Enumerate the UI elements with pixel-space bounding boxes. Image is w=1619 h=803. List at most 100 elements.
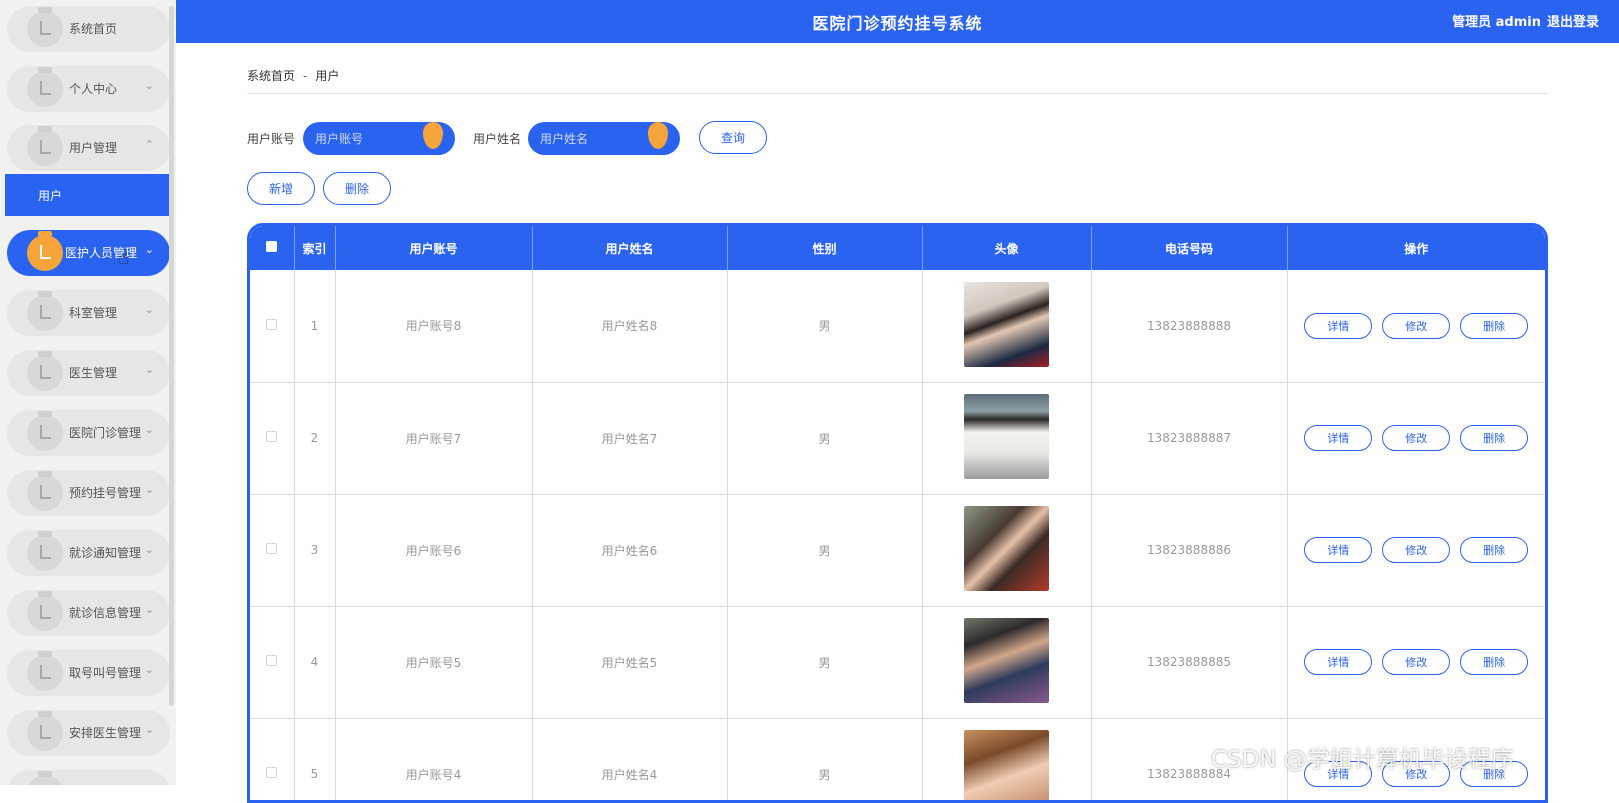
delete-button[interactable]: 删除: [1460, 537, 1529, 563]
sidebar-scrollbar[interactable]: [169, 6, 174, 706]
chevron-down-icon: ⌄: [144, 423, 154, 436]
menu-icon: [27, 291, 63, 331]
detail-button[interactable]: 详情: [1304, 312, 1373, 339]
breadcrumb: 系统首页 - 用户: [247, 67, 339, 84]
cell-name: 用户姓名5: [532, 606, 728, 719]
sidebar-item-profile[interactable]: 个人中心 ⌄: [7, 66, 170, 112]
sidebar-item-label: 医生管理: [69, 366, 118, 380]
cell-account: 用户账号8: [335, 270, 533, 383]
sidebar-item-visit-info[interactable]: 就诊信息管理 ⌄: [7, 590, 170, 636]
chevron-down-icon: ⌄: [144, 243, 154, 256]
chevron-down-icon: ⌄: [144, 663, 154, 676]
column-header: 操作: [1404, 241, 1429, 256]
sidebar-item-label: 医护人员管理: [65, 246, 138, 260]
delete-button[interactable]: 删除: [1460, 649, 1529, 675]
logout-link[interactable]: 退出登录: [1547, 11, 1599, 30]
sidebar-item-doctors[interactable]: 医生管理 ⌄: [7, 350, 170, 396]
sidebar-item-label: 就诊通知管理: [69, 546, 142, 560]
detail-button[interactable]: 详情: [1304, 649, 1373, 675]
edit-button[interactable]: 修改: [1382, 312, 1451, 339]
sidebar-item-queue[interactable]: 取号叫号管理 ⌄: [7, 650, 170, 696]
hand-cursor-icon: ☝: [118, 248, 129, 269]
cell-phone: 13823888887: [1091, 382, 1288, 495]
cell-index: 1: [294, 270, 336, 383]
breadcrumb-home[interactable]: 系统首页: [247, 69, 295, 83]
cell-gender: 男: [727, 494, 923, 607]
menu-icon: [27, 231, 63, 271]
cell-gender: 男: [727, 382, 923, 495]
table-header-row: 索引 用户账号 用户姓名 性别 头像 电话号码 操作: [250, 226, 1545, 270]
column-header: 用户账号: [335, 226, 533, 270]
sidebar-item-home[interactable]: 系统首页: [7, 6, 170, 52]
select-all-checkbox[interactable]: [266, 241, 278, 252]
menu-icon: [27, 126, 63, 166]
cell-gender: 男: [727, 606, 923, 719]
sidebar-item-label: 预约挂号管理: [69, 486, 142, 500]
menu-icon: [27, 711, 63, 751]
cell-account: 用户账号7: [335, 382, 533, 495]
add-button[interactable]: 新增: [247, 172, 315, 205]
query-button[interactable]: 查询: [699, 121, 767, 154]
sidebar-item-label: 取号叫号管理: [69, 666, 142, 680]
table-row: 3 用户账号6 用户姓名6 男 13823888886 详情 修改 删除: [250, 494, 1545, 607]
cell-phone: 13823888886: [1091, 494, 1288, 607]
select-all-header[interactable]: [250, 226, 295, 270]
delete-button[interactable]: 删除: [1460, 425, 1529, 451]
sidebar-item-outpatient[interactable]: 医院门诊管理 ⌄: [7, 410, 170, 456]
row-checkbox[interactable]: [266, 431, 278, 442]
column-header: 用户姓名: [532, 226, 728, 270]
sidebar-item-notifications[interactable]: 就诊通知管理 ⌄: [7, 530, 170, 576]
cell-index: 4: [294, 606, 336, 719]
avatar: [964, 281, 1049, 367]
row-checkbox[interactable]: [266, 543, 278, 554]
cell-name: 用户姓名8: [532, 270, 728, 383]
chevron-down-icon: ⌄: [144, 543, 154, 556]
batch-delete-button[interactable]: 删除: [323, 172, 391, 205]
breadcrumb-current: 用户: [315, 69, 340, 83]
row-checkbox[interactable]: [266, 655, 278, 666]
cell-gender: 男: [727, 270, 923, 383]
sidebar-item-schedule[interactable]: 安排医生管理 ⌄: [7, 710, 170, 756]
detail-button[interactable]: 详情: [1304, 537, 1373, 563]
sidebar-item-label: 科室管理: [69, 306, 118, 320]
sidebar-item-label: 就诊信息管理: [69, 606, 142, 620]
cell-account: 用户账号6: [335, 494, 533, 607]
chevron-down-icon: ⌄: [144, 303, 154, 316]
top-bar: 医院门诊预约挂号系统 管理员 admin 退出登录: [176, 0, 1619, 43]
avatar: [964, 618, 1049, 703]
sidebar-subitem-user[interactable]: 用户: [5, 174, 172, 216]
edit-button[interactable]: 修改: [1382, 649, 1451, 675]
divider: [247, 93, 1548, 94]
menu-icon: [27, 67, 63, 107]
edit-button[interactable]: 修改: [1382, 425, 1451, 451]
breadcrumb-separator: -: [303, 69, 308, 83]
cell-phone: 13823888885: [1091, 606, 1288, 719]
sidebar-item-more[interactable]: [7, 770, 170, 785]
sidebar-item-users[interactable]: 用户管理 ⌃: [7, 125, 170, 171]
sidebar-item-departments[interactable]: 科室管理 ⌄: [7, 290, 170, 336]
user-table: 索引 用户账号 用户姓名 性别 头像 电话号码 操作 1 用户账号8 用户姓名8…: [247, 223, 1548, 803]
menu-icon: [27, 591, 63, 631]
edit-button[interactable]: 修改: [1382, 537, 1451, 563]
table-row: 4 用户账号5 用户姓名5 男 13823888885 详情 修改 删除: [250, 606, 1545, 719]
cell-index: 5: [294, 718, 336, 800]
menu-icon: [27, 771, 63, 785]
cell-index: 2: [294, 382, 336, 495]
cell-name: 用户姓名4: [532, 718, 728, 800]
chevron-down-icon: ⌄: [144, 603, 154, 616]
chevron-down-icon: ⌄: [144, 483, 154, 496]
column-header: 性别: [727, 226, 923, 270]
menu-icon: [27, 7, 63, 47]
row-checkbox[interactable]: [266, 767, 278, 778]
name-label: 用户姓名: [473, 132, 522, 146]
sidebar: 系统首页 个人中心 ⌄ 用户管理 ⌃ 用户 医护人员管理 ⌄ 科室管理 ⌄ 医生…: [0, 0, 176, 785]
chevron-down-icon: ⌄: [144, 79, 154, 92]
detail-button[interactable]: 详情: [1304, 425, 1373, 451]
table-row: 2 用户账号7 用户姓名7 男 13823888887 详情 修改 删除: [250, 382, 1545, 495]
sidebar-item-appointments[interactable]: 预约挂号管理 ⌄: [7, 470, 170, 516]
cell-account: 用户账号4: [335, 718, 533, 800]
current-user: 管理员 admin: [1452, 15, 1541, 30]
sidebar-item-medical-staff[interactable]: 医护人员管理 ⌄: [7, 230, 170, 276]
delete-button[interactable]: 删除: [1460, 312, 1529, 339]
row-checkbox[interactable]: [266, 318, 278, 330]
